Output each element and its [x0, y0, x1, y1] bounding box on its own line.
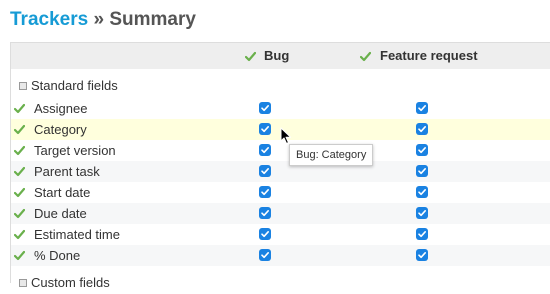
field-label: Parent task	[34, 164, 100, 179]
bug-checkbox[interactable]	[259, 207, 271, 219]
bug-checkbox[interactable]	[259, 186, 271, 198]
collapse-icon[interactable]	[19, 82, 27, 90]
bug-checkbox[interactable]	[259, 144, 271, 156]
group-standard-fields: Standard fields	[11, 75, 550, 97]
bug-checkbox[interactable]	[259, 249, 271, 261]
column-label-feature-request: Feature request	[380, 48, 478, 63]
check-icon	[14, 124, 25, 135]
table-row: Estimated time	[11, 224, 550, 245]
feature-request-checkbox[interactable]	[416, 102, 428, 114]
breadcrumb-separator: »	[93, 9, 105, 30]
check-icon	[14, 250, 25, 261]
breadcrumb-current: Summary	[109, 9, 196, 30]
table-row: Parent task	[11, 161, 550, 182]
bug-checkbox[interactable]	[259, 102, 271, 114]
group-label: Custom fields	[31, 275, 110, 290]
check-icon	[14, 103, 25, 114]
check-icon	[14, 208, 25, 219]
bug-checkbox[interactable]	[259, 165, 271, 177]
column-label-bug: Bug	[264, 48, 290, 63]
feature-request-checkbox[interactable]	[416, 144, 428, 156]
check-icon	[14, 145, 25, 156]
field-label: Category	[34, 122, 87, 137]
breadcrumb-trackers-link[interactable]: Trackers	[10, 9, 88, 30]
group-custom-fields: Custom fields	[11, 272, 550, 294]
feature-request-checkbox[interactable]	[416, 207, 428, 219]
field-label: Estimated time	[34, 227, 120, 242]
field-label: Assignee	[34, 101, 88, 116]
tooltip: Bug: Category	[289, 144, 374, 166]
table-row: Start date	[11, 182, 550, 203]
feature-request-checkbox[interactable]	[416, 123, 428, 135]
table-row: Due date	[11, 203, 550, 224]
check-icon	[14, 187, 25, 198]
group-label: Standard fields	[31, 78, 118, 93]
table-header: Bug Feature request	[11, 43, 550, 69]
table-row: Assignee	[11, 98, 550, 119]
check-icon	[245, 51, 256, 62]
collapse-icon[interactable]	[19, 279, 27, 287]
column-header-bug: Bug	[245, 43, 289, 69]
check-icon	[14, 229, 25, 240]
mouse-cursor-icon	[280, 127, 292, 145]
check-icon	[360, 51, 371, 62]
table-row: % Done	[11, 245, 550, 266]
field-label: Due date	[34, 206, 87, 221]
bug-checkbox[interactable]	[259, 228, 271, 240]
check-icon	[14, 166, 25, 177]
field-label: Start date	[34, 185, 91, 200]
field-label: % Done	[34, 248, 81, 263]
feature-request-checkbox[interactable]	[416, 165, 428, 177]
page-title: Trackers » Summary	[10, 5, 196, 35]
field-label: Target version	[34, 143, 116, 158]
bug-checkbox[interactable]	[259, 123, 271, 135]
feature-request-checkbox[interactable]	[416, 249, 428, 261]
feature-request-checkbox[interactable]	[416, 186, 428, 198]
column-header-feature-request: Feature request	[360, 43, 478, 69]
summary-table: Bug Feature request Standard fields Assi…	[10, 42, 550, 290]
feature-request-checkbox[interactable]	[416, 228, 428, 240]
